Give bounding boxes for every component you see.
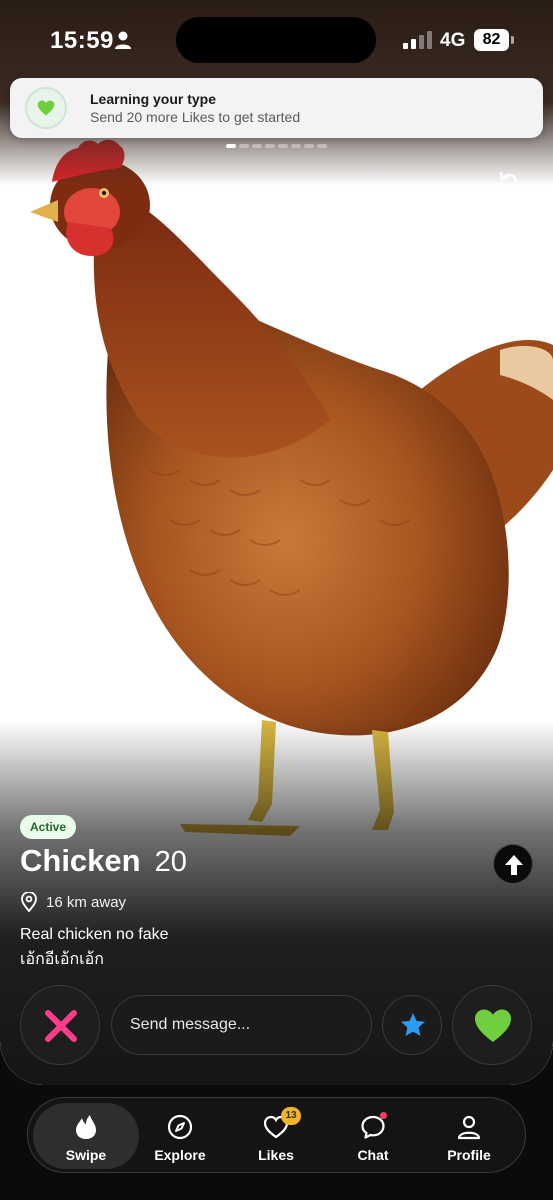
photo-dot <box>304 144 314 148</box>
distance-text: 16 km away <box>46 893 127 911</box>
open-profile-button[interactable] <box>493 844 533 884</box>
status-badge: Active <box>20 815 77 839</box>
heart-icon <box>475 1009 511 1042</box>
dynamic-island <box>176 17 376 63</box>
bio-text-thai: เอ้กอีเอ้กเอ้ก <box>20 951 104 968</box>
unread-dot <box>380 1112 387 1119</box>
battery-icon: 82 <box>474 29 514 51</box>
rewind-icon[interactable] <box>497 170 521 194</box>
arrow-up-icon <box>505 855 523 875</box>
banner-subtitle: Send 20 more Likes to get started <box>90 109 301 125</box>
signal-icon <box>403 31 432 49</box>
nope-button[interactable] <box>20 985 100 1065</box>
flame-icon <box>76 1115 96 1139</box>
photo-dot <box>239 144 249 148</box>
tab-explore[interactable]: Explore <box>132 1103 228 1169</box>
tab-label: Profile <box>447 1147 491 1163</box>
profile-name: Chicken <box>20 843 141 878</box>
location-pin-icon <box>21 892 37 912</box>
person-icon <box>457 1115 481 1140</box>
battery-level: 82 <box>474 29 509 51</box>
status-time: 15:59 <box>50 27 114 54</box>
tab-likes[interactable]: 13 Likes <box>228 1103 324 1169</box>
photo-dot <box>252 144 262 148</box>
profile-age: 20 <box>154 846 187 878</box>
super-like-button[interactable] <box>382 995 442 1055</box>
banner-title: Learning your type <box>90 91 217 107</box>
tab-label: Likes <box>258 1147 294 1163</box>
tab-chat[interactable]: Chat <box>325 1103 421 1169</box>
photo-dot <box>291 144 301 148</box>
photo-dot <box>265 144 275 148</box>
bio-text: Real chicken no fake <box>20 926 169 943</box>
photo-dot <box>226 144 236 148</box>
distance-row: 16 km away <box>20 891 126 913</box>
send-message-input[interactable]: Send message... <box>111 995 372 1055</box>
status-bar: 15:59 4G 82 <box>0 0 553 80</box>
bottom-tab-bar: Swipe Explore 13 Likes Chat Profile <box>27 1097 526 1173</box>
photo-dot <box>278 144 288 148</box>
compass-icon <box>167 1114 193 1140</box>
tab-label: Chat <box>357 1147 389 1163</box>
learning-banner[interactable]: Learning your type Send 20 more Likes to… <box>10 78 543 138</box>
tab-profile[interactable]: Profile <box>421 1103 517 1169</box>
tab-swipe[interactable]: Swipe <box>33 1103 139 1169</box>
photo-dot <box>317 144 327 148</box>
like-button[interactable] <box>452 985 532 1065</box>
photo-indicator <box>226 144 327 148</box>
star-icon <box>401 1013 425 1036</box>
battery-tip <box>511 36 514 44</box>
close-icon <box>45 1010 77 1042</box>
profile-card[interactable] <box>0 0 553 1085</box>
network-type: 4G <box>440 30 466 51</box>
name-row: Chicken 20 <box>20 843 187 883</box>
tab-label: Swipe <box>65 1147 107 1163</box>
person-icon <box>115 31 131 49</box>
tab-label: Explore <box>154 1147 206 1163</box>
heart-badge-icon <box>25 87 67 129</box>
likes-count-badge: 13 <box>281 1107 301 1125</box>
